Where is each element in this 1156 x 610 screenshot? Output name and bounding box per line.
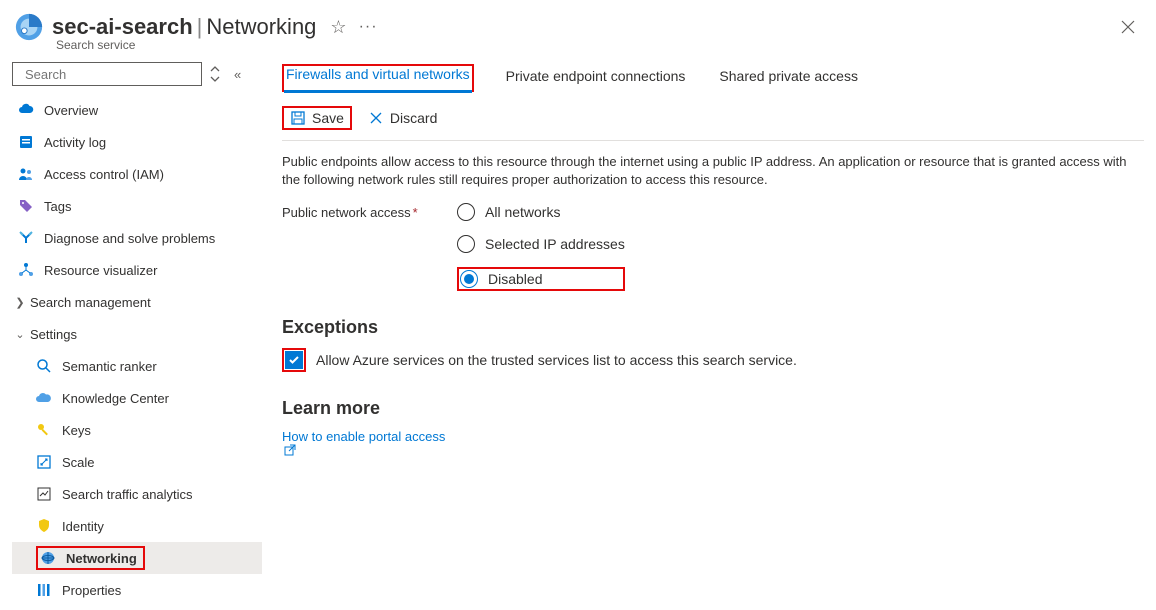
sidebar-group-settings[interactable]: ⌄ Settings [12,318,262,350]
trusted-services-label: Allow Azure services on the trusted serv… [316,352,797,368]
discard-button[interactable]: Discard [368,110,437,126]
toolbar: Save Discard [282,106,1144,141]
save-icon [290,110,306,126]
sidebar-search[interactable] [12,62,202,86]
sidebar-label: Keys [62,423,91,438]
save-label: Save [312,110,344,126]
sidebar-group-label: Settings [30,327,77,342]
analytics-icon [36,486,52,502]
sidebar-item-traffic[interactable]: Search traffic analytics [12,478,262,510]
sidebar-item-iam[interactable]: Access control (IAM) [12,158,262,190]
search-icon [36,358,52,374]
networking-icon [40,550,56,566]
chevron-down-icon: ⌄ [12,328,28,341]
sidebar-label: Properties [62,583,121,598]
chevron-right-icon: ❯ [12,296,28,309]
sidebar-label: Overview [44,103,98,118]
expand-collapse-icon[interactable] [210,65,220,83]
scale-icon [36,454,52,470]
sidebar-group-label: Search management [30,295,151,310]
sidebar-item-knowledge[interactable]: Knowledge Center [12,382,262,414]
sidebar-label: Resource visualizer [44,263,157,278]
sidebar-item-scale[interactable]: Scale [12,446,262,478]
sidebar-label: Search traffic analytics [62,487,193,502]
save-button[interactable]: Save [290,110,344,126]
log-icon [18,134,34,150]
title-separator: | [193,14,207,40]
tag-icon [18,198,34,214]
favorite-star-icon[interactable]: ☆ [330,17,346,38]
sidebar-item-activity[interactable]: Activity log [12,126,262,158]
description-text: Public endpoints allow access to this re… [282,153,1142,189]
discard-label: Discard [390,110,437,126]
sidebar-label: Identity [62,519,104,534]
discard-icon [368,110,384,126]
properties-icon [36,582,52,598]
learn-more-heading: Learn more [282,398,1144,419]
sidebar-search-input[interactable] [23,66,203,83]
identity-icon [36,518,52,534]
sidebar-label: Activity log [44,135,106,150]
main-content: Firewalls and virtual networks Private e… [262,62,1156,606]
sidebar-label: Knowledge Center [62,391,169,406]
sidebar-label: Diagnose and solve problems [44,231,215,246]
page-title: Networking [206,14,316,40]
key-icon [36,422,52,438]
radio-label: Disabled [488,271,542,287]
close-button[interactable] [1120,19,1142,35]
sidebar-label: Scale [62,455,95,470]
check-icon [288,354,300,366]
sidebar-item-keys[interactable]: Keys [12,414,262,446]
external-link-icon [284,444,296,456]
sidebar-label: Tags [44,199,71,214]
knowledge-icon [36,390,52,406]
radio-disabled[interactable]: Disabled [460,270,542,288]
more-icon[interactable]: ··· [359,18,378,36]
sidebar-item-semantic[interactable]: Semantic ranker [12,350,262,382]
sidebar-label: Access control (IAM) [44,167,164,182]
sidebar-item-visualizer[interactable]: Resource visualizer [12,254,262,286]
trusted-services-checkbox[interactable] [285,351,303,369]
tab-shared-private[interactable]: Shared private access [717,64,860,92]
tabs: Firewalls and virtual networks Private e… [282,62,1144,92]
sidebar-item-overview[interactable]: Overview [12,94,262,126]
sidebar: « Overview Activity log Access control (… [0,62,262,606]
resource-name: sec-ai-search [52,14,193,40]
cloud-icon [18,102,34,118]
sidebar-item-diagnose[interactable]: Diagnose and solve problems [12,222,262,254]
learn-more-link[interactable]: How to enable portal access [282,429,1144,456]
collapse-sidebar-icon[interactable]: « [234,67,241,82]
sidebar-label: Networking [66,551,137,566]
visualizer-icon [18,262,34,278]
public-access-label: Public network access* [282,203,457,220]
diagnose-icon [18,230,34,246]
sidebar-item-networking[interactable]: Networking [12,542,262,574]
people-icon [18,166,34,182]
radio-all-networks[interactable]: All networks [457,203,625,221]
exceptions-heading: Exceptions [282,317,1144,338]
radio-label: All networks [485,204,560,220]
radio-selected-ip[interactable]: Selected IP addresses [457,235,625,253]
radio-label: Selected IP addresses [485,236,625,252]
tab-private-endpoints[interactable]: Private endpoint connections [504,64,688,92]
sidebar-label: Semantic ranker [62,359,157,374]
sidebar-item-identity[interactable]: Identity [12,510,262,542]
sidebar-group-search-management[interactable]: ❯ Search management [12,286,262,318]
resource-type-label: Search service [56,38,135,52]
resource-icon [14,12,44,42]
tab-firewalls[interactable]: Firewalls and virtual networks [284,62,472,93]
sidebar-item-properties[interactable]: Properties [12,574,262,606]
sidebar-item-tags[interactable]: Tags [12,190,262,222]
